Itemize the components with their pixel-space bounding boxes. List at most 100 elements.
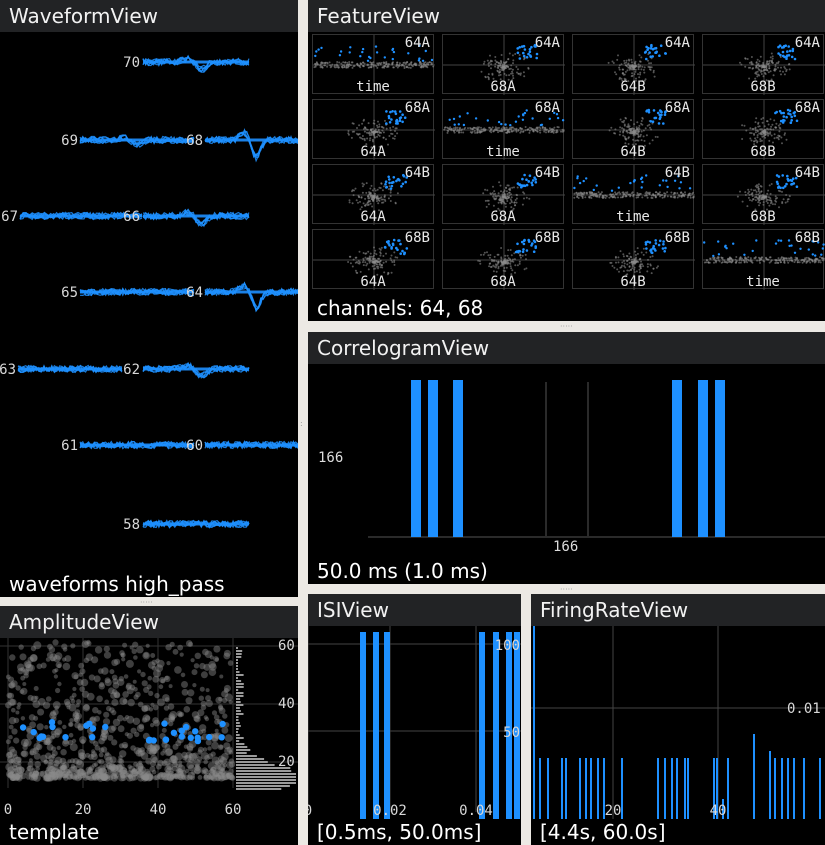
feature-cell-bottom-label: time [746,274,780,290]
isi-view-title: ISIView [308,594,521,626]
firing-rate-bar [565,758,567,819]
feature-cell-bottom-label: 68B [750,144,776,160]
waveform-trace-61 [79,440,195,450]
correlogram-y-label: 166 [318,450,344,466]
correlogram-view[interactable]: CorrelogramView 166 166 50.0 ms (1.0 ms) [308,332,825,584]
feature-view-title: FeatureView [308,0,825,32]
feature-cell-top-label: 64A [664,35,690,51]
feature-cell[interactable]: 68A 68B [702,99,825,160]
feature-cell[interactable]: 68B 64A [312,229,435,290]
feature-cell[interactable]: 64B 64A [312,164,435,225]
firing-rate-bar [657,758,659,819]
isi-bar [493,632,499,819]
amplitude-plot[interactable]: 60 40 20 0 20 40 60 [0,638,298,823]
feature-cell[interactable]: 64A 64B [572,34,695,95]
feature-cell[interactable]: 68A time [442,99,565,160]
isi-status: [0.5ms, 50.0ms] [317,820,482,844]
feature-cell[interactable]: 68B time [702,229,825,290]
waveform-view[interactable]: WaveformView 70 69 68 67 66 65 64 63 62 61 60 58 wa… [0,0,298,597]
feature-cell[interactable]: 64A time [312,34,435,95]
feature-cell-top-label: 68B [664,230,690,246]
feature-cell-bottom-label: time [356,79,390,95]
feature-cell-top-label: 68A [794,100,820,116]
isi-plot[interactable]: 100 50 0 0.02 0.04 [308,626,521,819]
waveform-trace-64 [204,281,298,313]
isi-y-tick: 50 [503,725,520,741]
firing-rate-bar [787,758,789,819]
feature-cell-bottom-label: 64B [620,79,646,95]
firing-rate-bar [793,758,795,819]
correlogram-bar [672,380,682,537]
feature-cell[interactable]: 64B time [572,164,695,225]
feature-cell[interactable]: 64B 68B [702,164,825,225]
splitter-handle-right-mid[interactable]: ····· [560,586,573,594]
waveform-trace-70 [142,54,250,73]
feature-cell[interactable]: 64A 68A [442,34,565,95]
firing-rate-bar [585,758,587,819]
firing-rate-bar [561,758,563,819]
correlogram-plot[interactable] [308,364,825,554]
correlogram-bar [453,380,463,537]
feature-cell[interactable]: 68A 64B [572,99,695,160]
feature-cell-top-label: 68A [664,100,690,116]
isi-view[interactable]: ISIView 100 50 0 0.02 0.04 [0.5ms, 50.0ms] [308,594,521,845]
feature-cell-top-label: 68B [534,230,560,246]
feature-cell-bottom-label: time [486,144,520,160]
waveform-status: waveforms high_pass [9,572,225,596]
feature-cell[interactable]: 64B 68A [442,164,565,225]
firing-rate-plot[interactable]: 20 40 0.01 [531,626,825,819]
firing-rate-bar [687,758,689,819]
firing-rate-view[interactable]: FiringRateView 20 40 0.01 [4.4s, 60.0s] [531,594,825,845]
splitter-handle-vertical[interactable]: : [300,420,306,428]
splitter-handle-right-top[interactable]: ····· [560,323,573,331]
correlogram-bar [428,380,438,537]
waveform-channel-label: 68 [186,133,203,149]
amplitude-y-tick: 40 [278,696,295,712]
amplitude-view[interactable]: AmplitudeView 60 40 20 0 20 40 60 template [0,606,298,845]
isi-y-tick: 100 [495,638,520,654]
feature-cell[interactable]: 68B 68A [442,229,565,290]
waveform-channel-label: 62 [123,362,140,378]
waveform-channel-label: 67 [1,209,18,225]
firing-rate-bar [769,751,771,819]
waveform-channel-label: 64 [186,285,203,301]
isi-bar [360,632,366,819]
feature-cell-bottom-label: 68B [750,209,776,225]
waveform-trace-66 [142,208,250,228]
splitter-handle-left[interactable]: ····· [140,599,153,607]
firing-rate-bar [539,758,541,819]
feature-cell-bottom-label: 64B [620,144,646,160]
amplitude-x-tick: 20 [75,802,92,818]
firing-rate-bar [753,734,755,819]
isi-bar [373,632,379,819]
waveform-channel-label: 69 [61,133,78,149]
firing-rate-bar [533,626,535,819]
feature-cell[interactable]: 68A 64A [312,99,435,160]
feature-cell[interactable]: 68B 64B [572,229,695,290]
feature-cell[interactable]: 64A 68B [702,34,825,95]
isi-bar [384,632,390,819]
firing-rate-bar [781,758,783,819]
feature-cell-bottom-label: 64B [620,274,646,290]
waveform-view-title: WaveformView [0,0,298,32]
waveform-channel-label: 60 [186,438,203,454]
correlogram-bar [411,380,421,537]
feature-cell-bottom-label: 64A [360,144,386,160]
feature-grid[interactable]: 64A time 64A 68A 64A 64B 64A 68B 68A 64A 68A time 68… [312,34,825,294]
firing-rate-y-tick: 0.01 [787,701,821,717]
waveform-channel-label: 65 [61,285,78,301]
firing-rate-bar [671,758,673,819]
firing-rate-view-title: FiringRateView [531,594,825,626]
isi-bar [479,632,485,819]
isi-x-tick: 0 [308,803,312,819]
amplitude-y-tick: 60 [278,638,295,654]
feature-cell-top-label: 64B [404,165,430,181]
waveform-trace-63 [17,364,123,374]
waveform-trace-62 [142,361,250,379]
amplitude-y-tick: 20 [278,754,295,770]
waveform-plot[interactable]: 70 69 68 67 66 65 64 63 62 61 60 58 [0,32,298,597]
firing-rate-bar [774,758,776,819]
feature-view[interactable]: FeatureView 64A time 64A 68A 64A 64B 64A 68B 68A… [308,0,825,321]
feature-cell-top-label: 64B [534,165,560,181]
firing-rate-bar [803,758,805,819]
